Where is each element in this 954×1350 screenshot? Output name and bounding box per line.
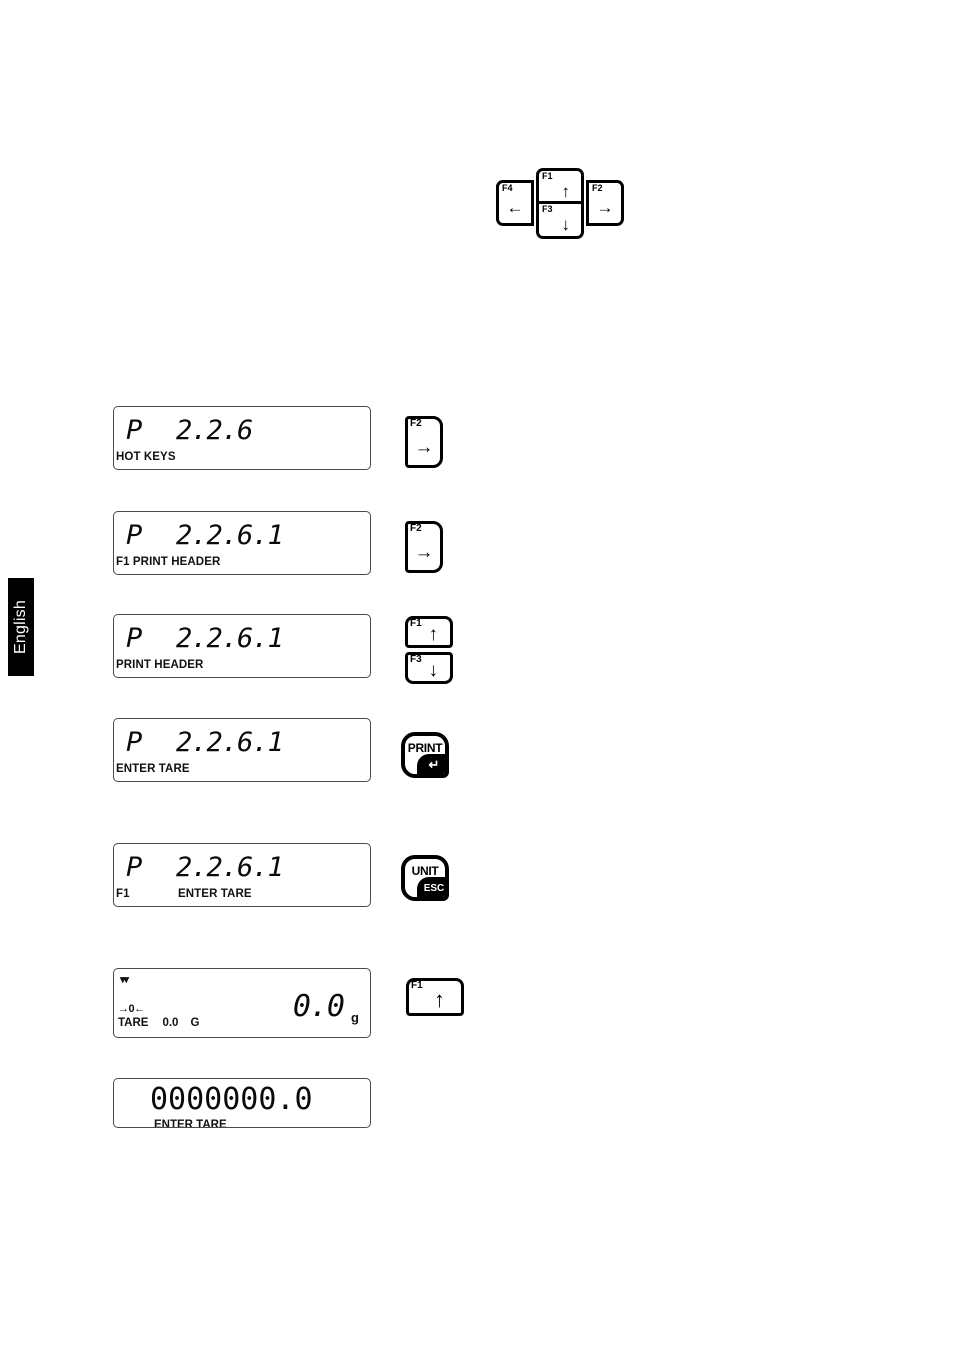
- key-f1-up[interactable]: F1 ↑: [406, 978, 464, 1016]
- lcd-prefix: P: [126, 415, 144, 446]
- language-tab: English: [8, 578, 34, 676]
- lcd-display-tare-entry: 0000000.0 ENTER TARE: [113, 1078, 371, 1128]
- lcd-prefix: P: [126, 727, 144, 758]
- unit-key-label: UNIT: [411, 864, 439, 878]
- language-tab-label: English: [12, 600, 30, 654]
- lcd-menu-code: 2.2.6.1: [176, 727, 284, 758]
- arrow-down-icon: ↓: [428, 660, 439, 681]
- lcd-prefix: P: [126, 623, 144, 654]
- key-f3-down[interactable]: F3 ↓: [405, 652, 453, 684]
- lcd-display: P 2.2.6.1 F1 PRINT HEADER: [113, 511, 371, 575]
- lcd-sub-left: HOT KEYS: [116, 451, 176, 463]
- lcd-display: P 2.2.6 HOT KEYS: [113, 406, 371, 470]
- lcd-main-line: P 2.2.6.1: [114, 615, 370, 659]
- zero-indicator-icon: →0←: [118, 1003, 145, 1015]
- lcd-main-line: P 2.2.6: [114, 407, 370, 451]
- lcd-weighing-body: ▾▾ →0← TARE 0.0 G 0.0 g: [114, 969, 370, 1037]
- enter-icon: ↵: [417, 754, 445, 774]
- lcd-sub-left: PRINT HEADER: [116, 659, 204, 671]
- arrow-up-icon: ↑: [561, 181, 571, 201]
- print-key-label: PRINT: [407, 741, 443, 755]
- arrow-right-icon: →: [596, 198, 614, 217]
- lcd-main-line: P 2.2.6.1: [114, 719, 370, 763]
- lcd-prefix: P: [126, 520, 144, 551]
- step-key: F2 →: [405, 521, 443, 573]
- tare-label: TARE: [118, 1017, 149, 1029]
- arrow-up-icon: ↑: [428, 624, 439, 645]
- lcd-display: P 2.2.6.1 F1 ENTER TARE: [113, 843, 371, 907]
- lcd-sub-line: ENTER TARE: [114, 763, 370, 781]
- navigation-key-cluster: F1 ↑ F3 ↓ F4 ← F2 →: [496, 168, 624, 239]
- lcd-menu-code: 2.2.6.1: [176, 852, 284, 883]
- lcd-sub-line: HOT KEYS: [114, 451, 370, 469]
- unit-esc-key-icon[interactable]: UNIT ESC: [401, 855, 449, 901]
- tare-status-line: TARE 0.0 G: [118, 1017, 199, 1029]
- arrow-left-icon: ←: [506, 198, 524, 217]
- arrow-right-icon: →: [414, 541, 434, 563]
- nav-key-f2-right[interactable]: F2 →: [586, 180, 624, 226]
- lcd-sub-left: F1 PRINT HEADER: [116, 556, 221, 568]
- lcd-prefix: P: [126, 852, 144, 883]
- lcd-menu-code: 2.2.6.1: [176, 623, 284, 654]
- lcd-main-line: P 2.2.6.1: [114, 512, 370, 556]
- weight-unit: g: [351, 1010, 359, 1025]
- arrow-right-icon: →: [414, 436, 434, 458]
- lcd-display: P 2.2.6.1 PRINT HEADER: [113, 614, 371, 678]
- key-f2-right[interactable]: F2 →: [405, 521, 443, 573]
- lcd-tare-body: 0000000.0 ENTER TARE: [114, 1079, 370, 1128]
- lcd-main-line: P 2.2.6.1: [114, 844, 370, 888]
- arrow-up-icon: ↑: [434, 987, 445, 1012]
- step-key-pair: F1 ↑ F3 ↓: [405, 616, 453, 684]
- lcd-sub-mid: ENTER TARE: [178, 888, 252, 900]
- lcd-display: P 2.2.6.1 ENTER TARE: [113, 718, 371, 782]
- step-key: UNIT ESC: [401, 855, 449, 901]
- lcd-sub-line: PRINT HEADER: [114, 659, 370, 677]
- step-key: F2 →: [405, 416, 443, 468]
- lcd-sub-left: ENTER TARE: [116, 763, 190, 775]
- lcd-display-weighing: ▾▾ →0← TARE 0.0 G 0.0 g: [113, 968, 371, 1038]
- tare-unit: G: [190, 1017, 200, 1029]
- nav-key-f4-left[interactable]: F4 ←: [496, 180, 534, 226]
- arrow-down-icon: ↓: [561, 214, 571, 234]
- esc-label: ESC: [417, 877, 445, 897]
- lcd-sub-left: F1: [116, 888, 130, 900]
- step-key: F1 ↑: [406, 978, 464, 1016]
- stability-indicator-icon: ▾▾: [120, 974, 129, 986]
- lcd-sub-line: F1 ENTER TARE: [114, 888, 370, 906]
- weight-value: 0.0: [292, 989, 345, 1024]
- lcd-menu-code: 2.2.6.1: [176, 520, 284, 551]
- nav-key-f3-down[interactable]: F3 ↓: [536, 201, 584, 239]
- print-enter-key-icon[interactable]: PRINT ↵: [401, 732, 449, 778]
- lcd-menu-code: 2.2.6: [176, 415, 253, 446]
- tare-value: 0.0: [162, 1017, 179, 1029]
- tare-entry-label: ENTER TARE: [154, 1119, 227, 1128]
- key-f2-right[interactable]: F2 →: [405, 416, 443, 468]
- lcd-sub-line: F1 PRINT HEADER: [114, 556, 370, 574]
- step-key: PRINT ↵: [401, 732, 449, 778]
- tare-entry-digits: 0000000.0: [150, 1082, 313, 1117]
- key-f1-up[interactable]: F1 ↑: [405, 616, 453, 648]
